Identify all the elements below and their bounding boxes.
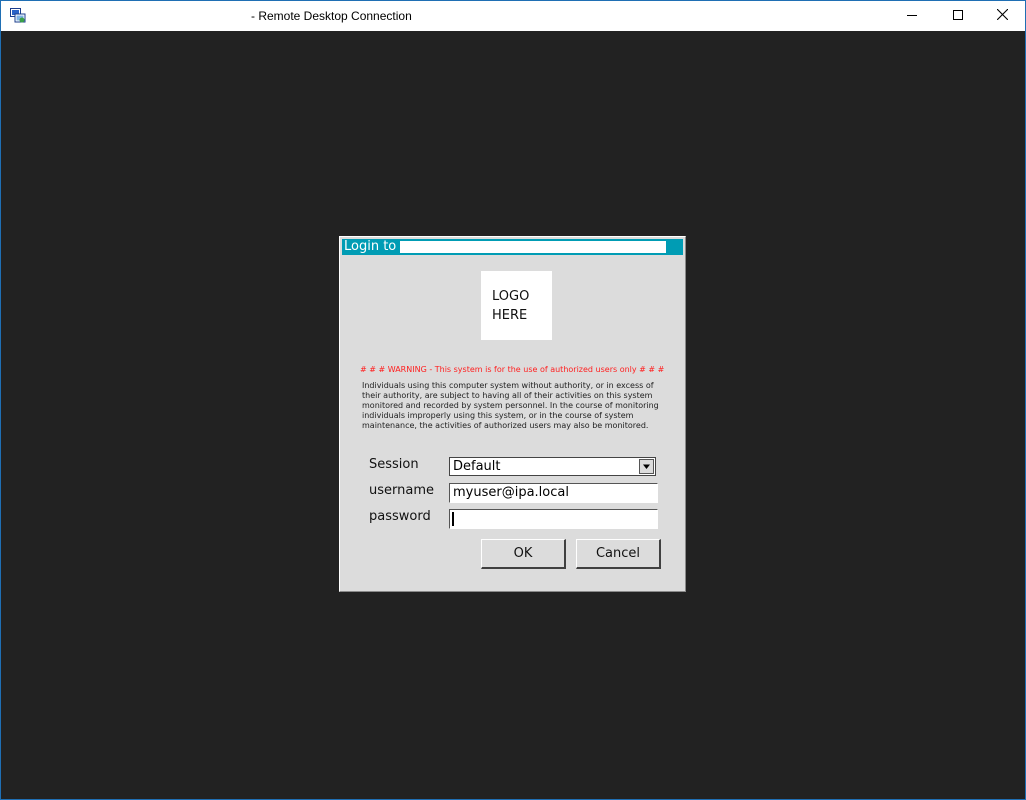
username-field[interactable]: myuser@ipa.local [449, 483, 658, 503]
remote-desktop-icon [10, 8, 26, 24]
window-title: - Remote Desktop Connection [251, 9, 412, 23]
warning-body: Individuals using this computer system w… [362, 381, 659, 430]
password-label: password [369, 509, 431, 524]
login-dialog-title-host [400, 241, 666, 253]
session-dropdown[interactable]: Default [449, 457, 656, 476]
password-field[interactable] [449, 509, 658, 529]
maximize-button[interactable] [935, 1, 981, 31]
username-value: myuser@ipa.local [453, 485, 569, 500]
session-value: Default [453, 459, 501, 474]
maximize-icon [953, 7, 963, 25]
remote-desktop-area[interactable]: Login to LOGO HERE # # # WARNING - This … [1, 31, 1025, 799]
logo-line-2: HERE [492, 308, 528, 323]
logo-placeholder: LOGO HERE [481, 271, 552, 340]
cancel-button[interactable]: Cancel [576, 539, 661, 569]
minimize-icon [907, 7, 917, 25]
close-button[interactable] [979, 1, 1025, 31]
logo-line-1: LOGO [492, 289, 530, 304]
login-dialog: Login to LOGO HERE # # # WARNING - This … [339, 236, 686, 592]
text-caret [452, 512, 454, 526]
remote-desktop-window: - Remote Desktop Connection Login to LOG… [0, 0, 1026, 800]
minimize-button[interactable] [889, 1, 935, 31]
window-titlebar[interactable]: - Remote Desktop Connection [1, 1, 1025, 31]
login-dialog-titlebar[interactable]: Login to [342, 239, 683, 255]
dropdown-arrow-button[interactable] [639, 459, 654, 474]
username-label: username [369, 483, 434, 498]
session-label: Session [369, 457, 419, 472]
login-dialog-title: Login to [344, 239, 397, 254]
close-icon [996, 7, 1008, 25]
ok-button[interactable]: OK [481, 539, 566, 569]
warning-title: # # # WARNING - This system is for the u… [360, 365, 665, 374]
chevron-down-icon [643, 464, 650, 469]
